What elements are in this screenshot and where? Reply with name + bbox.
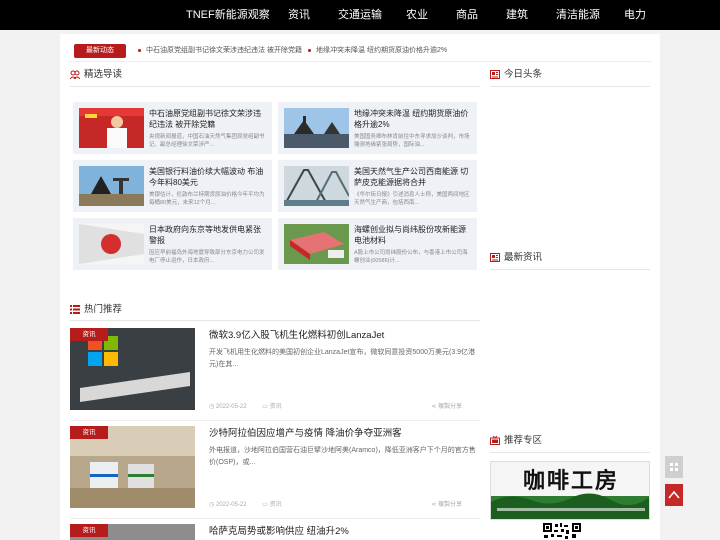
ticker-item-text: 地缘冲突未降温 纽约期货原油价格升逾2% <box>316 47 448 54</box>
featured-card-title: 美国天然气生产公司西南能源 切萨皮克能源据将合并 <box>354 167 469 187</box>
featured-card-desc: 美银估计，伦敦布兰特期货原油价格今年平均为每桶80美元，未来12个月... <box>149 192 265 206</box>
top-nav: TNEF新能源观察 资讯 交通运输 农业 商品 建筑 清洁能源 电力 <box>0 0 720 30</box>
category-badge[interactable]: 资讯 <box>70 328 108 341</box>
hot-section-title: 热门推荐 <box>70 303 122 317</box>
featured-title-text: 精选导读 <box>84 69 123 80</box>
featured-thumb <box>284 224 349 264</box>
nav-item-commodities[interactable]: 商品 <box>456 0 478 30</box>
nav-item-clean-energy[interactable]: 清洁能源 <box>556 0 600 30</box>
featured-card[interactable]: 地缘冲突未降温 纽约期货原油价格升逾2% 美国国务卿布林肯前往中东寻求加沙谈判，… <box>278 102 477 154</box>
hot-item-title[interactable]: 沙特阿拉伯因应增产与疫情 降油价争夺亚洲客 <box>209 427 479 441</box>
promo-banner[interactable]: 咖啡工房 <box>490 461 650 520</box>
page-content: 最新动态 中石油原党组副书记徐文荣涉违纪违法 被开除党籍 地缘冲突未降温 纽约期… <box>60 34 660 540</box>
featured-card[interactable]: 美国天然气生产公司西南能源 切萨皮克能源据将合并 《华尔街日报》引述消息人士称，… <box>278 160 477 212</box>
featured-card-desc: 央视新闻报道，中国石油天然气集团原党组副书记、副总经理徐文荣涉严... <box>149 134 265 148</box>
clock-icon: ◷ <box>209 404 216 410</box>
tv-icon <box>490 435 500 445</box>
featured-card[interactable]: 美国银行料油价续大幅波动 布油今年料80美元 美银估计，伦敦布兰特期货原油价格今… <box>73 160 272 212</box>
featured-grid: 中石油原党组副书记徐文荣涉违纪违法 被开除党籍 央视新闻报道，中国石油天然气集团… <box>73 102 481 272</box>
divider <box>490 86 650 87</box>
ticker-item-text: 中石油原党组副书记徐文荣涉违纪违法 被开除党籍 <box>146 47 302 54</box>
featured-card-desc: 因应早前福岛外海地震导致部分东京电力公司发电厂停止运作，日本政府... <box>149 250 265 264</box>
share-label: 複製分享 <box>437 502 462 508</box>
news-ticker: 最新动态 中石油原党组副书记徐文荣涉违纪违法 被开除党籍 地缘冲突未降温 纽约期… <box>68 42 652 62</box>
featured-card-title: 中石油原党组副书记徐文荣涉违纪违法 被开除党籍 <box>149 109 261 129</box>
featured-card-desc: A股上市公司尚纬股份公布，与香港上市公司海螺创业(00586)计... <box>354 250 468 264</box>
list-icon <box>70 304 80 314</box>
hot-item-tag[interactable]: 资讯 <box>270 502 282 508</box>
folder-icon: ▭ <box>262 404 270 410</box>
share-button[interactable]: ⋖ 複製分享 <box>431 401 462 410</box>
nav-item-construction[interactable]: 建筑 <box>506 0 528 30</box>
featured-card[interactable]: 日本政府向东京等地发供电紧张警报 因应早前福岛外海地震导致部分东京电力公司发电厂… <box>73 218 272 270</box>
hot-item-date: 2022-05-22 <box>215 502 247 508</box>
share-icon: ⋖ <box>431 404 438 410</box>
folder-icon: ▭ <box>262 502 270 508</box>
hot-item[interactable]: 资讯 哈萨克局势或影响供应 纽油升2% <box>70 524 480 540</box>
featured-thumb <box>284 108 349 148</box>
hot-title-text: 热门推荐 <box>84 304 123 315</box>
recommend-title-text: 推荐专区 <box>504 435 543 446</box>
chevron-up-icon <box>668 490 680 499</box>
headline-title-text: 今日头条 <box>504 69 543 80</box>
hot-item-meta: ◷ 2022-05-22 ▭ 资讯 <box>209 401 282 410</box>
share-label: 複製分享 <box>437 404 462 410</box>
featured-card-desc: 美国国务卿布林肯前往中东寻求加沙谈判，市场揣测地缘紧张局势，国际油... <box>354 134 470 148</box>
nav-item-news[interactable]: 资讯 <box>288 0 310 30</box>
nav-item-power[interactable]: 电力 <box>624 0 646 30</box>
divider <box>70 86 480 87</box>
featured-card-title: 海螺创业拟与尚纬股份攻新能源电池材料 <box>354 225 466 245</box>
featured-card-desc: 《华尔街日报》引述消息人士称，美国两间地区天然气生产商，包括西南... <box>354 192 470 206</box>
qr-float-button[interactable] <box>665 456 683 478</box>
hot-item[interactable]: 资讯 沙特阿拉伯因应增产与疫情 降油价争夺亚洲客 外电报道，沙地阿拉伯国营石油巨… <box>70 426 480 512</box>
divider <box>70 420 480 421</box>
hot-item[interactable]: 资讯 微软3.9亿入股飞机生化燃料初创LanzaJet 开发飞机用生化燃料的美国… <box>70 328 480 414</box>
category-badge[interactable]: 资讯 <box>70 426 108 439</box>
nav-brand[interactable]: TNEF新能源观察 <box>186 0 270 30</box>
category-badge[interactable]: 资讯 <box>70 524 108 537</box>
featured-section-title: 精选导读 <box>70 68 122 82</box>
latest-section-title: 最新资讯 <box>490 251 542 265</box>
featured-card[interactable]: 海螺创业拟与尚纬股份攻新能源电池材料 A股上市公司尚纬股份公布，与香港上市公司海… <box>278 218 477 270</box>
qr-code <box>542 522 582 540</box>
featured-thumb <box>79 108 144 148</box>
featured-thumb <box>79 166 144 206</box>
newspaper-icon <box>490 252 500 262</box>
hot-item-tag[interactable]: 资讯 <box>270 404 282 410</box>
recommend-section-title: 推荐专区 <box>490 434 542 448</box>
nav-item-transport[interactable]: 交通运输 <box>338 0 382 30</box>
featured-thumb <box>79 224 144 264</box>
ticker-item[interactable]: 中石油原党组副书记徐文荣涉违纪违法 被开除党籍 <box>138 44 302 58</box>
ticker-item[interactable]: 地缘冲突未降温 纽约期货原油价格升逾2% <box>308 44 447 58</box>
featured-card-title: 美国银行料油价续大幅波动 布油今年料80美元 <box>149 167 264 187</box>
featured-card-title: 地缘冲突未降温 纽约期货原油价格升逾2% <box>354 109 469 129</box>
ticker-label: 最新动态 <box>74 44 126 58</box>
nav-item-agriculture[interactable]: 农业 <box>406 0 428 30</box>
bullet-icon <box>138 48 141 52</box>
hot-item-meta: ◷ 2022-05-22 ▭ 资讯 <box>209 499 282 508</box>
promo-text: 咖啡工房 <box>522 469 619 494</box>
featured-thumb <box>284 166 349 206</box>
share-icon: ⋖ <box>431 502 438 508</box>
newspaper-icon <box>490 69 500 79</box>
featured-card[interactable]: 中石油原党组副书记徐文荣涉违纪违法 被开除党籍 央视新闻报道，中国石油天然气集团… <box>73 102 272 154</box>
hot-item-date: 2022-05-22 <box>215 404 247 410</box>
divider <box>70 518 480 519</box>
divider <box>490 269 650 270</box>
divider <box>70 320 480 321</box>
clock-icon: ◷ <box>209 502 216 508</box>
qr-icon <box>670 463 678 471</box>
users-icon <box>70 70 80 79</box>
divider <box>490 452 650 453</box>
headline-section-title: 今日头条 <box>490 68 542 82</box>
hot-item-title[interactable]: 微软3.9亿入股飞机生化燃料初创LanzaJet <box>209 329 479 343</box>
share-button[interactable]: ⋖ 複製分享 <box>431 499 462 508</box>
latest-title-text: 最新资讯 <box>504 252 543 263</box>
bullet-icon <box>308 48 311 52</box>
hot-item-title[interactable]: 哈萨克局势或影响供应 纽油升2% <box>209 525 479 539</box>
featured-card-title: 日本政府向东京等地发供电紧张警报 <box>149 225 261 245</box>
hot-item-desc: 开发飞机用生化燃料的美国初创企业LanzaJet宣布，微软同意投资5000万美元… <box>209 349 476 368</box>
back-to-top-button[interactable] <box>665 484 683 506</box>
hot-item-desc: 外电报道，沙地阿拉伯国营石油巨擘沙地阿美(Aramco)，降低亚洲客户下个月的官… <box>209 447 476 466</box>
